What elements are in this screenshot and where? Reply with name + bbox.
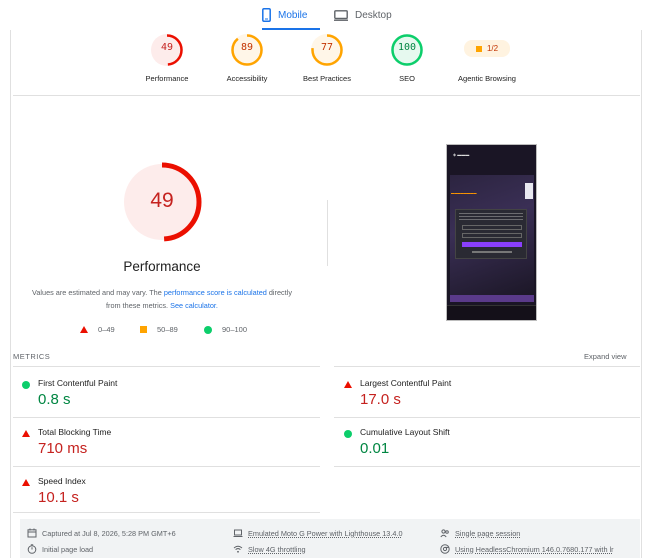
metric-name: Speed Index (38, 476, 86, 486)
thumbnail-hero: ▬▬▬▬▬▬▬▬ (451, 191, 477, 195)
legend-fail: 0–49 (80, 325, 115, 334)
emulated-device-text: Emulated Moto G Power with Lighthouse 13… (248, 528, 403, 538)
emulated-device[interactable]: Emulated Moto G Power with Lighthouse 13… (233, 528, 403, 538)
metric-value: 710 ms (38, 440, 88, 457)
network-throttling[interactable]: Slow 4G throttling (233, 544, 306, 554)
metric-name: First Contentful Paint (38, 378, 118, 388)
divider (13, 512, 320, 513)
divider (13, 366, 320, 367)
thumbnail-modal-link (472, 251, 512, 253)
gauge-label: Agentic Browsing (458, 74, 516, 83)
divider (334, 366, 640, 367)
gauge-label: SEO (399, 74, 415, 83)
initial-page-load-text: Initial page load (42, 544, 94, 554)
desc-text: Values are estimated and may vary. The (32, 288, 164, 297)
metric-value: 0.01 (360, 440, 390, 457)
tab-desktop[interactable]: Desktop (334, 0, 404, 30)
laptop-icon (233, 529, 243, 537)
performance-gauge-large: 49 (121, 161, 203, 243)
fail-triangle-icon (22, 479, 30, 486)
metric-name: Total Blocking Time (38, 427, 112, 437)
pass-circle-icon (22, 381, 30, 389)
thumbnail-modal-accept (462, 242, 522, 247)
gauge-score: 89 (240, 42, 254, 53)
final-screenshot-thumbnail[interactable]: ◈ ▬▬▬ ▬▬▬▬▬▬▬▬ (446, 144, 537, 321)
monitor-icon (334, 9, 348, 21)
metric-name: Cumulative Layout Shift (360, 427, 450, 437)
fail-triangle-icon (22, 430, 30, 437)
gauge-score: 100 (397, 42, 417, 53)
people-icon (440, 529, 449, 538)
tab-mobile[interactable]: Mobile (262, 0, 322, 30)
gauge-score: 77 (320, 42, 334, 53)
tab-mobile-label: Mobile (278, 9, 308, 21)
initial-page-load: Initial page load (27, 544, 93, 554)
gauge-score: 49 (160, 42, 174, 53)
captured-at-text: Captured at Jul 8, 2026, 5:28 PM GMT+6 (42, 528, 176, 538)
divider (334, 466, 640, 467)
metrics-heading: METRICS (13, 352, 51, 361)
performance-title: Performance (123, 259, 201, 274)
timer-icon (27, 544, 37, 554)
frame-border-right (641, 30, 642, 558)
device-tabs: Mobile Desktop (0, 0, 653, 30)
legend-range: 50–89 (157, 325, 178, 334)
single-page-session-text: Single page session (455, 528, 521, 538)
performance-description: Values are estimated and may vary. The p… (28, 287, 296, 312)
performance-score: 49 (150, 189, 174, 212)
agentic-score: 1/2 (486, 44, 499, 53)
thumbnail-modal-text (459, 213, 523, 221)
legend-range: 0–49 (98, 325, 115, 334)
metric-value: 0.8 s (38, 391, 71, 408)
active-tab-indicator (262, 28, 320, 30)
divider (13, 417, 320, 418)
thumbnail-cookie-modal (455, 209, 527, 259)
browser-info[interactable]: Using HeadlessChromium 146.0.7680.177 wi… (440, 544, 614, 554)
metric-value: 17.0 s (360, 391, 401, 408)
vertical-divider (327, 200, 328, 266)
thumbnail-bar (450, 295, 534, 302)
average-square-icon (140, 326, 147, 333)
legend-average: 50–89 (140, 325, 178, 334)
divider (13, 466, 320, 467)
divider (13, 95, 640, 96)
single-page-session[interactable]: Single page session (440, 528, 520, 538)
metric-value: 10.1 s (38, 489, 79, 506)
captured-at: Captured at Jul 8, 2026, 5:28 PM GMT+6 (27, 528, 176, 538)
pass-circle-icon (204, 325, 212, 334)
thumbnail-modal-button (462, 225, 522, 230)
thumbnail-logo: ◈ ▬▬▬ (453, 152, 470, 157)
browser-info-text: Using HeadlessChromium 146.0.7680.177 wi… (455, 544, 614, 554)
legend-pass: 90–100 (204, 325, 247, 334)
network-throttling-text: Slow 4G throttling (248, 544, 306, 554)
metric-name: Largest Contentful Paint (360, 378, 452, 388)
frame-border-left (10, 30, 11, 558)
tab-desktop-label: Desktop (355, 9, 392, 21)
fail-triangle-icon (80, 326, 88, 333)
thumbnail-modal-button (462, 233, 522, 238)
performance-score-link[interactable]: performance score is calculated (164, 288, 267, 297)
gauge-label: Accessibility (226, 74, 268, 83)
runtime-settings-footer: Captured at Jul 8, 2026, 5:28 PM GMT+6 I… (20, 519, 640, 558)
gauge-label: Performance (145, 74, 189, 83)
agentic-browsing-badge[interactable]: 1/2 (464, 40, 510, 57)
expand-view-toggle[interactable]: Expand view (584, 352, 627, 361)
thumbnail-nav (447, 305, 536, 320)
divider (334, 417, 640, 418)
gauge-label: Best Practices (303, 74, 351, 83)
see-calculator-link[interactable]: See calculator. (170, 301, 218, 310)
fail-triangle-icon (344, 381, 352, 388)
calendar-icon (27, 528, 37, 538)
legend-range: 90–100 (222, 325, 248, 334)
thumbnail-sidebar (525, 183, 533, 199)
chrome-icon (440, 544, 450, 554)
pass-circle-icon (344, 430, 352, 438)
average-square-icon (475, 45, 482, 52)
wifi-icon (233, 545, 243, 553)
smartphone-icon (262, 8, 271, 22)
